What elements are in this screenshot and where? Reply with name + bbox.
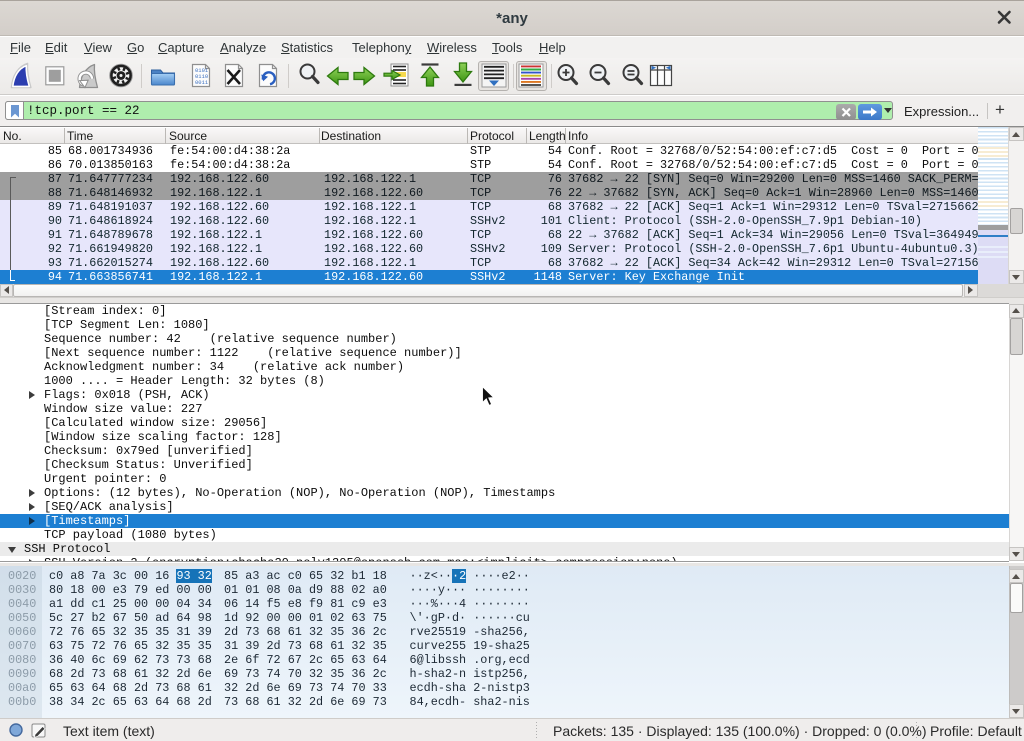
svg-text:0011: 0011 [195, 79, 209, 86]
